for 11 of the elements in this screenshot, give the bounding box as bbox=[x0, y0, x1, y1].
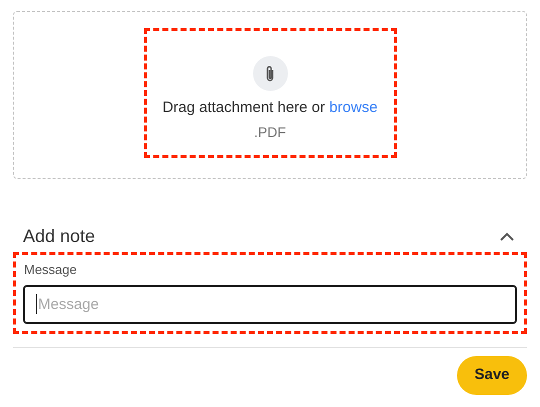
file-format-text: .PDF bbox=[254, 122, 286, 142]
chevron-icon[interactable] bbox=[499, 232, 515, 242]
drop-instructions: Drag attachment here or browse bbox=[162, 98, 378, 118]
field-label: Message bbox=[24, 261, 78, 279]
section-title: Add note bbox=[23, 225, 96, 248]
paperclip-icon bbox=[252, 56, 288, 91]
drop-zone[interactable]: Drag attachment here or browse .PDF bbox=[13, 11, 527, 179]
browse-link[interactable]: browse bbox=[329, 99, 378, 116]
text-cursor-icon bbox=[36, 294, 37, 314]
save-button[interactable]: Save bbox=[457, 356, 527, 395]
message-field[interactable]: Message bbox=[23, 284, 517, 324]
